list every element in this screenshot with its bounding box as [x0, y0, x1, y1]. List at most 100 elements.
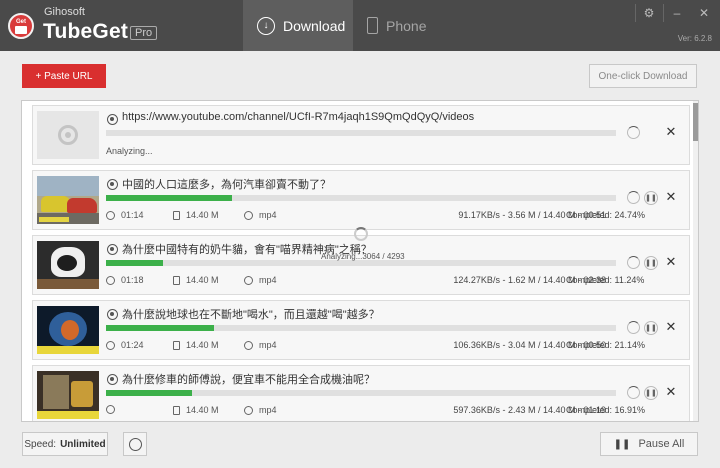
progress-track	[106, 325, 616, 331]
pause-item-button[interactable]: ❚❚	[644, 321, 658, 335]
duration-meta: 01:14	[106, 210, 144, 220]
loading-spinner-icon	[627, 256, 640, 269]
progress-fill	[106, 260, 164, 266]
pause-all-label: Pause All	[638, 438, 685, 450]
format-icon	[244, 340, 253, 350]
list-item: 中國的人口這麼多，為何汽車卻賣不動了？ 01:14 14.40 M mp4 91…	[32, 170, 690, 230]
format-icon	[244, 210, 253, 220]
item-format: mp4	[259, 405, 277, 415]
list-scrollbar[interactable]	[693, 101, 698, 421]
file-icon	[173, 405, 180, 415]
paste-url-button[interactable]: + Paste URL	[22, 64, 106, 88]
loading-spinner-icon	[627, 126, 640, 139]
video-thumbnail	[37, 371, 99, 419]
tab-phone[interactable]: Phone	[353, 0, 463, 51]
history-button[interactable]	[123, 432, 147, 456]
remove-item-button[interactable]: ✕	[664, 188, 678, 206]
item-format: mp4	[259, 275, 277, 285]
item-title: 為什麼修車的師傅說，便宜車不能用全合成機油呢？	[122, 374, 375, 386]
duration-meta: 01:24	[106, 340, 144, 350]
list-item: https://www.youtube.com/channel/UCfI-R7m…	[32, 105, 690, 165]
pause-item-button[interactable]: ❚❚	[644, 191, 658, 205]
pause-item-button[interactable]: ❚❚	[644, 256, 658, 270]
tubeget-window: Get Gihosoft TubeGet Pro ↓ Download Phon…	[0, 0, 720, 468]
file-icon	[173, 275, 180, 285]
header-divider	[663, 4, 664, 22]
phone-icon	[367, 17, 378, 34]
format-meta: mp4	[244, 275, 277, 285]
film-reel-icon	[58, 125, 78, 145]
header-divider	[635, 4, 636, 22]
item-duration: 01:18	[121, 275, 144, 285]
film-reel-icon	[107, 114, 118, 125]
item-title: https://www.youtube.com/channel/UCfI-R7m…	[122, 111, 475, 123]
list-item: 為什麼中國特有的奶牛貓，會有"喵界精神病"之稱？ 01:18 14.40 M m…	[32, 235, 690, 295]
scrollbar-thumb[interactable]	[693, 103, 698, 141]
speed-label: Speed:	[24, 438, 57, 450]
loading-spinner-icon	[627, 321, 640, 334]
history-clock-icon	[128, 437, 142, 451]
video-thumbnail	[37, 176, 99, 224]
item-duration: 01:24	[121, 340, 144, 350]
company-name: Gihosoft	[44, 6, 85, 18]
pause-item-button[interactable]: ❚❚	[644, 386, 658, 400]
item-size: 14.40 M	[186, 275, 219, 285]
header-bar: Get Gihosoft TubeGet Pro ↓ Download Phon…	[0, 0, 720, 51]
tab-download[interactable]: ↓ Download	[243, 0, 353, 51]
analyzing-spinner-icon	[354, 227, 368, 241]
tab-phone-label: Phone	[386, 17, 427, 34]
remove-item-button[interactable]: ✕	[664, 123, 678, 141]
one-click-download-button[interactable]: One-click Download	[589, 64, 697, 88]
size-meta: 14.40 M	[173, 340, 219, 350]
video-thumbnail	[37, 111, 99, 159]
clock-icon	[106, 340, 115, 350]
clock-icon	[106, 275, 115, 285]
remove-item-button[interactable]: ✕	[664, 318, 678, 336]
format-meta: mp4	[244, 405, 277, 415]
speed-limit-selector[interactable]: Speed: Unlimited	[22, 432, 108, 456]
item-completed: Completed: 24.74%	[566, 210, 646, 220]
loading-spinner-icon	[627, 191, 640, 204]
pause-icon: ❚❚	[613, 438, 631, 450]
item-completed: Completed: 11.24%	[566, 275, 645, 285]
remove-item-button[interactable]: ✕	[664, 253, 678, 271]
size-meta: 14.40 M	[173, 210, 219, 220]
item-title: 為什麼說地球也在不斷地"喝水"，而且還越"喝"越多？	[122, 309, 380, 321]
close-window-button[interactable]: ✕	[692, 4, 716, 22]
progress-fill	[106, 195, 233, 201]
loading-spinner-icon	[627, 386, 640, 399]
file-icon	[173, 340, 180, 350]
analyzing-progress-text: Analyzing...3064 / 4293	[321, 252, 405, 261]
item-duration: 01:14	[121, 210, 144, 220]
clock-icon	[106, 210, 115, 220]
size-meta: 14.40 M	[173, 275, 219, 285]
progress-track	[106, 390, 616, 396]
film-reel-icon	[107, 179, 118, 190]
item-completed: Completed: 21.14%	[566, 340, 646, 350]
film-reel-icon	[107, 244, 118, 255]
download-list: https://www.youtube.com/channel/UCfI-R7m…	[21, 100, 699, 422]
tab-download-label: Download	[283, 17, 346, 34]
item-format: mp4	[259, 210, 277, 220]
format-icon	[244, 275, 253, 285]
edition-badge: Pro	[130, 26, 158, 40]
format-meta: mp4	[244, 210, 277, 220]
progress-track	[106, 130, 616, 136]
size-meta: 14.40 M	[173, 405, 219, 415]
progress-track	[106, 195, 616, 201]
duration-meta	[106, 405, 121, 414]
format-icon	[244, 405, 253, 415]
list-item: 為什麼說地球也在不斷地"喝水"，而且還越"喝"越多？ 01:24 14.40 M…	[32, 300, 690, 360]
format-meta: mp4	[244, 340, 277, 350]
item-completed: Completed: 16.91%	[566, 405, 646, 415]
item-size: 14.40 M	[186, 405, 219, 415]
pause-all-button[interactable]: ❚❚ Pause All	[600, 432, 698, 456]
video-thumbnail	[37, 306, 99, 354]
download-icon: ↓	[257, 16, 275, 35]
item-title: 中國的人口這麼多，為何汽車卻賣不動了？	[122, 179, 331, 191]
remove-item-button[interactable]: ✕	[664, 383, 678, 401]
duration-meta: 01:18	[106, 275, 144, 285]
minimize-button[interactable]: –	[665, 4, 689, 22]
settings-gear-icon[interactable]: ⚙	[637, 4, 661, 22]
app-name: TubeGet	[43, 20, 129, 43]
